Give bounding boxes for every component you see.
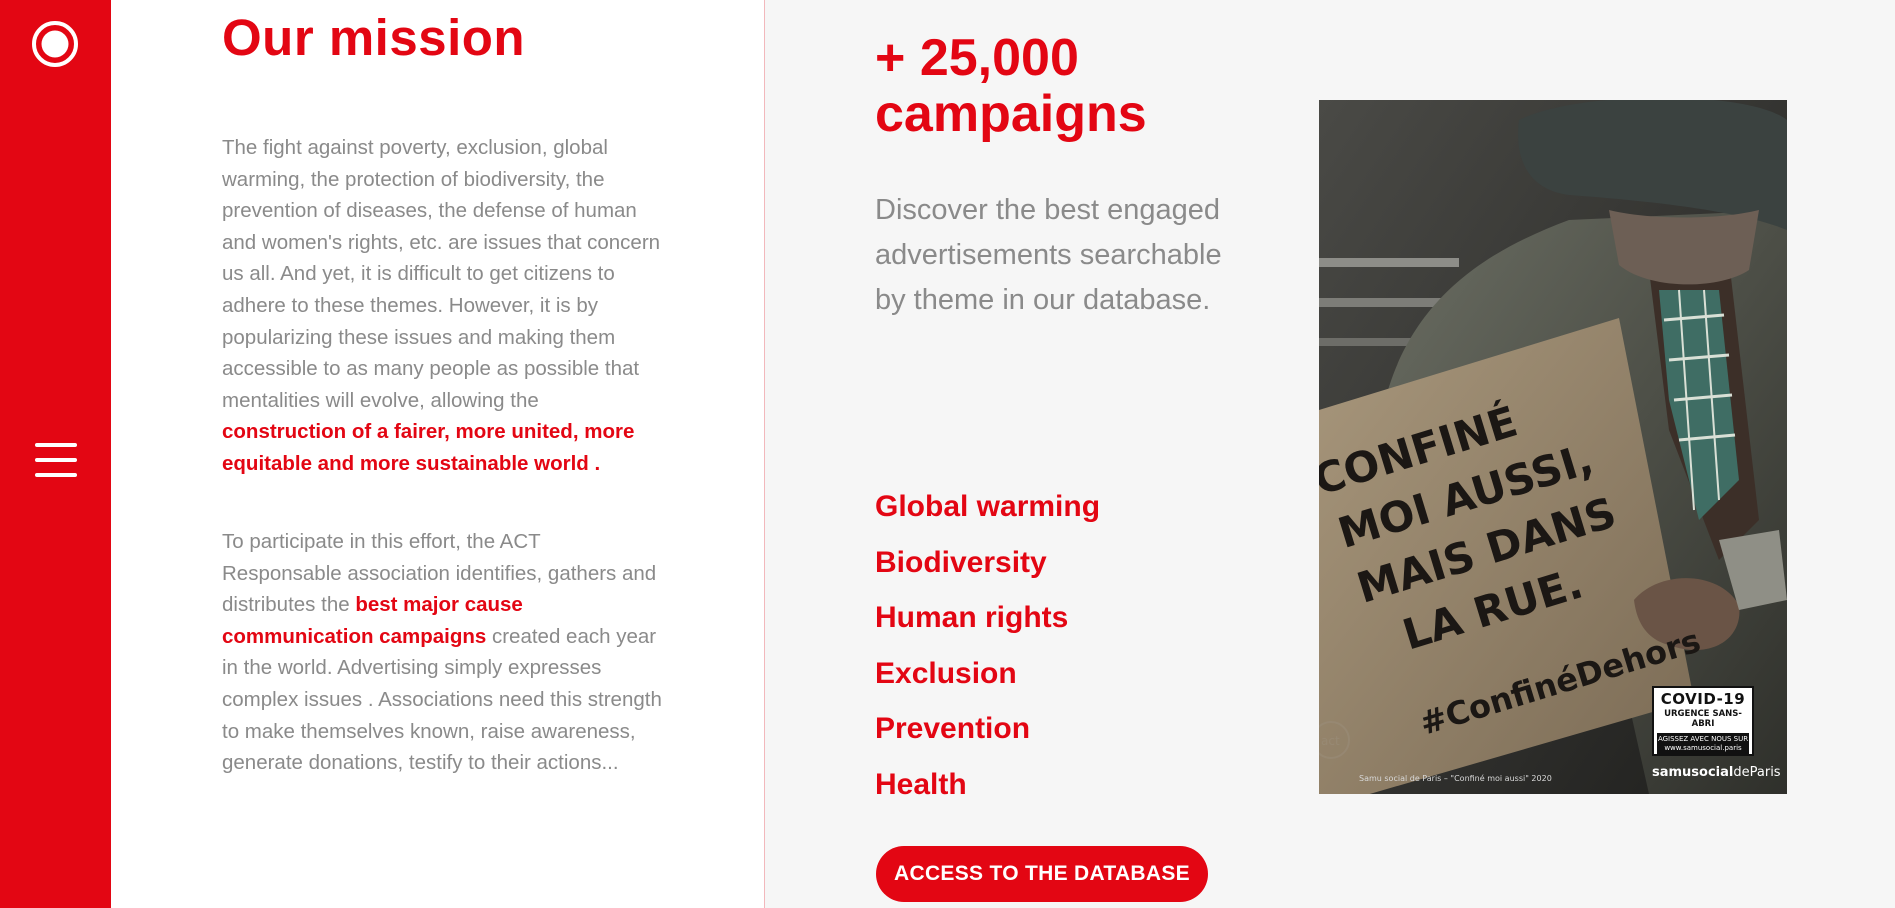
campaign-count-label: campaigns	[875, 85, 1147, 143]
brand-bold: samusocial	[1652, 765, 1734, 780]
theme-link-human-rights[interactable]: Human rights	[875, 598, 1100, 654]
hamburger-menu-icon[interactable]	[35, 443, 77, 477]
badge-subtitle: URGENCE SANS-ABRI	[1664, 709, 1742, 729]
theme-link-health[interactable]: Health	[875, 765, 1100, 821]
mission-paragraph-2: To participate in this effort, the ACT R…	[222, 526, 662, 779]
theme-link-exclusion[interactable]: Exclusion	[875, 654, 1100, 710]
campaign-count-number: + 25,000	[875, 29, 1079, 87]
mission-title: Our mission	[222, 9, 526, 66]
poster-caption: Samu social de Paris – "Confiné moi auss…	[1359, 774, 1552, 783]
ring-logo-icon[interactable]	[31, 20, 79, 68]
campaign-poster[interactable]: CONFINÉ MOI AUSSI, MAIS DANS LA RUE. #Co…	[1319, 100, 1787, 794]
badge-title: COVID-19	[1660, 690, 1746, 708]
mission-paragraph-1-text: The fight against poverty, exclusion, gl…	[222, 136, 661, 412]
access-database-button[interactable]: ACCESS TO THE DATABASE	[876, 846, 1208, 902]
badge-line-2: www.samusocial.paris	[1664, 744, 1742, 752]
database-description: Discover the best engaged advertisements…	[875, 194, 1222, 316]
theme-list: Global warming Biodiversity Human rights…	[875, 487, 1100, 820]
theme-link-biodiversity[interactable]: Biodiversity	[875, 543, 1100, 599]
brand-rest: deParis	[1733, 765, 1781, 780]
theme-link-prevention[interactable]: Prevention	[875, 709, 1100, 765]
sidebar	[0, 0, 111, 908]
covid-badge: COVID-19 URGENCE SANS-ABRI AGISSEZ AVEC …	[1652, 686, 1754, 756]
theme-link-global-warming[interactable]: Global warming	[875, 487, 1100, 543]
act-watermark: act	[1321, 734, 1340, 748]
badge-line-1: AGISSEZ AVEC NOUS SUR	[1657, 735, 1749, 743]
campaign-count: + 25,000 campaigns	[875, 30, 1147, 142]
badge-call-to-action: AGISSEZ AVEC NOUS SUR www.samusocial.par…	[1657, 733, 1749, 755]
mission-paragraph-1-highlight: construction of a fairer, more united, m…	[222, 420, 635, 475]
samusocial-brand: samusocialdeParis	[1652, 765, 1781, 780]
mission-paragraph-1: The fight against poverty, exclusion, gl…	[222, 132, 662, 480]
